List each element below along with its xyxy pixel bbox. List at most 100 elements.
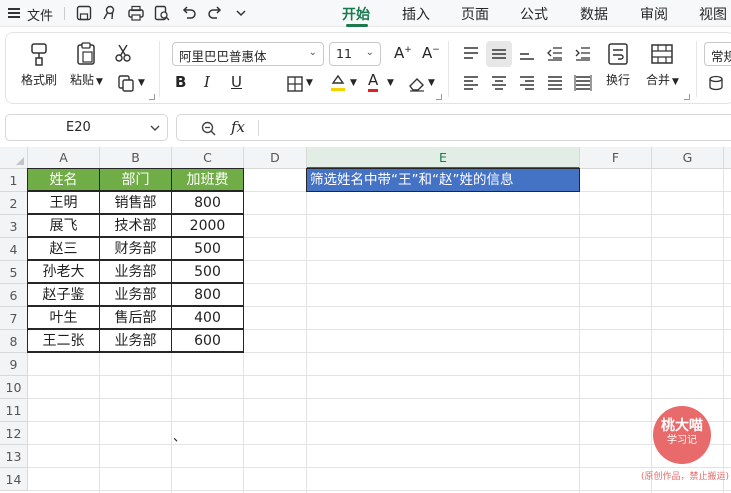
row-header-8[interactable]: 8 bbox=[0, 330, 28, 353]
table-cell[interactable]: 业务部 bbox=[99, 260, 172, 283]
row-header-6[interactable]: 6 bbox=[0, 284, 28, 307]
insert-function-button[interactable]: fx bbox=[231, 118, 245, 136]
cell-c12-mark[interactable]: 、 bbox=[173, 426, 186, 445]
column-header-g[interactable]: G bbox=[652, 147, 724, 169]
align-center-icon[interactable] bbox=[489, 73, 509, 93]
table-cell[interactable]: 赵子鉴 bbox=[27, 283, 100, 306]
chevron-down-icon[interactable]: ▼ bbox=[306, 78, 313, 88]
save-icon[interactable] bbox=[75, 4, 93, 22]
table-cell[interactable]: 销售部 bbox=[99, 191, 172, 214]
row-header-1[interactable]: 1 bbox=[0, 169, 28, 192]
zoom-search-icon[interactable] bbox=[200, 120, 217, 137]
chevron-down-icon[interactable]: ▼ bbox=[138, 78, 145, 88]
copy-icon[interactable] bbox=[116, 73, 136, 93]
clipboard-dialog-launcher[interactable] bbox=[149, 94, 155, 100]
table-cell[interactable]: 王明 bbox=[27, 191, 100, 214]
column-header-e[interactable]: E bbox=[307, 147, 580, 169]
table-cell[interactable]: 赵三 bbox=[27, 237, 100, 260]
select-all-corner[interactable] bbox=[0, 147, 28, 169]
align-left-icon[interactable] bbox=[461, 73, 481, 93]
row-header-7[interactable]: 7 bbox=[0, 307, 28, 330]
table-cell[interactable]: 800 bbox=[171, 191, 244, 214]
chevron-down-icon[interactable]: ▼ bbox=[428, 78, 435, 88]
row-header-9[interactable]: 9 bbox=[0, 353, 28, 376]
column-header-d[interactable]: D bbox=[244, 147, 307, 169]
cut-icon[interactable] bbox=[113, 43, 133, 63]
row-header-12[interactable]: 12 bbox=[0, 422, 28, 445]
font-name-select[interactable]: 阿里巴巴普惠体 ⌄ bbox=[172, 42, 324, 66]
align-right-icon[interactable] bbox=[517, 73, 537, 93]
merge-button[interactable]: 合并 ▼ bbox=[646, 41, 679, 88]
row-header-14[interactable]: 14 bbox=[0, 468, 28, 491]
table-cell[interactable]: 500 bbox=[171, 260, 244, 283]
clear-format-icon[interactable] bbox=[407, 73, 427, 93]
print-preview-icon[interactable] bbox=[153, 4, 171, 22]
undo-icon[interactable] bbox=[180, 4, 198, 22]
redo-icon[interactable] bbox=[206, 4, 224, 22]
wrap-text-button[interactable]: 换行 bbox=[606, 41, 630, 88]
decrease-indent-icon[interactable] bbox=[545, 44, 565, 64]
header-cell-name[interactable]: 姓名 bbox=[27, 168, 100, 191]
align-middle-button[interactable] bbox=[486, 41, 512, 67]
justify-icon[interactable] bbox=[545, 73, 565, 93]
fill-color-icon[interactable] bbox=[328, 72, 348, 92]
table-cell[interactable]: 600 bbox=[171, 329, 244, 352]
font-size-select[interactable]: 11 ⌄ bbox=[329, 42, 381, 66]
bold-icon[interactable]: B bbox=[175, 73, 186, 91]
chevron-down-icon[interactable]: ▼ bbox=[350, 78, 357, 88]
chevron-down-icon[interactable]: ▼ bbox=[387, 78, 394, 88]
table-cell[interactable]: 售后部 bbox=[99, 306, 172, 329]
column-header-c[interactable]: C bbox=[172, 147, 244, 169]
font-dialog-launcher[interactable] bbox=[436, 94, 442, 100]
align-top-icon[interactable] bbox=[461, 44, 481, 64]
increase-font-size-icon[interactable]: A+ bbox=[394, 44, 412, 62]
print-icon[interactable] bbox=[127, 4, 145, 22]
tab-insert[interactable]: 插入 bbox=[402, 4, 430, 24]
decrease-font-size-icon[interactable]: A− bbox=[422, 44, 440, 62]
table-cell[interactable]: 2000 bbox=[171, 214, 244, 237]
table-cell[interactable]: 展飞 bbox=[27, 214, 100, 237]
font-color-icon[interactable]: A bbox=[368, 71, 379, 92]
number-format-select[interactable]: 常规 bbox=[704, 42, 731, 66]
row-header-3[interactable]: 3 bbox=[0, 215, 28, 238]
spreadsheet-grid[interactable]: A B C D E F G 1 2 3 4 5 6 7 8 9 10 11 12… bbox=[0, 147, 731, 493]
tab-data[interactable]: 数据 bbox=[580, 4, 608, 24]
name-box[interactable]: E20 bbox=[5, 114, 168, 141]
row-header-4[interactable]: 4 bbox=[0, 238, 28, 261]
increase-indent-icon[interactable] bbox=[573, 44, 593, 64]
chevron-down-icon[interactable] bbox=[232, 4, 250, 22]
instruction-cell-e1[interactable]: 筛选姓名中带“王”和“赵”姓的信息 bbox=[306, 168, 580, 192]
table-cell[interactable]: 业务部 bbox=[99, 283, 172, 306]
tab-formulas[interactable]: 公式 bbox=[520, 4, 548, 24]
row-header-2[interactable]: 2 bbox=[0, 192, 28, 215]
table-cell[interactable]: 800 bbox=[171, 283, 244, 306]
formula-input[interactable] bbox=[267, 119, 727, 137]
borders-icon[interactable] bbox=[285, 74, 305, 94]
table-cell[interactable]: 财务部 bbox=[99, 237, 172, 260]
table-cell[interactable]: 技术部 bbox=[99, 214, 172, 237]
tab-review[interactable]: 审阅 bbox=[640, 4, 668, 24]
tab-page[interactable]: 页面 bbox=[461, 4, 489, 24]
header-cell-department[interactable]: 部门 bbox=[99, 168, 172, 191]
tab-view[interactable]: 视图 bbox=[699, 4, 727, 24]
row-header-5[interactable]: 5 bbox=[0, 261, 28, 284]
align-bottom-icon[interactable] bbox=[517, 44, 537, 64]
hamburger-menu-icon[interactable] bbox=[8, 8, 20, 18]
row-header-11[interactable]: 11 bbox=[0, 399, 28, 422]
chevron-down-icon[interactable] bbox=[149, 123, 161, 133]
table-cell[interactable]: 孙老大 bbox=[27, 260, 100, 283]
tab-home[interactable]: 开始 bbox=[342, 4, 370, 24]
column-header-f[interactable]: F bbox=[580, 147, 652, 169]
column-header-h[interactable] bbox=[724, 147, 731, 169]
underline-icon[interactable]: U bbox=[231, 73, 242, 91]
share-icon[interactable] bbox=[101, 4, 119, 22]
format-painter-button[interactable]: 格式刷 bbox=[21, 41, 57, 88]
table-cell[interactable]: 叶生 bbox=[27, 306, 100, 329]
column-header-b[interactable]: B bbox=[100, 147, 172, 169]
column-header-a[interactable]: A bbox=[28, 147, 100, 169]
table-cell[interactable]: 500 bbox=[171, 237, 244, 260]
distributed-align-icon[interactable] bbox=[573, 73, 593, 93]
header-cell-overtime-pay[interactable]: 加班费 bbox=[171, 168, 244, 191]
row-header-13[interactable]: 13 bbox=[0, 445, 28, 468]
file-menu[interactable]: 文件 bbox=[27, 5, 53, 24]
